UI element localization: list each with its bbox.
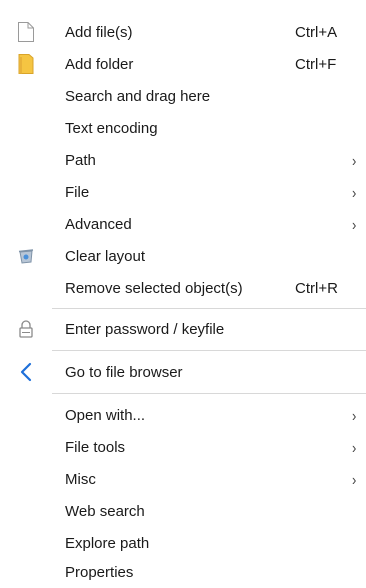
menu-item-label: Path bbox=[65, 151, 96, 169]
menu-item-advanced[interactable]: Advanced › bbox=[0, 208, 366, 240]
menu-item-web-search[interactable]: Web search bbox=[0, 495, 366, 527]
menu-separator bbox=[52, 350, 366, 351]
menu-item-file-tools[interactable]: File tools › bbox=[0, 431, 366, 463]
menu-item-enter-password[interactable]: Enter password / keyfile bbox=[0, 313, 366, 345]
menu-item-label: Explore path bbox=[65, 534, 150, 552]
submenu-arrow-icon: › bbox=[352, 470, 357, 488]
menu-item-file[interactable]: File › bbox=[0, 176, 366, 208]
menu-item-label: Open with... bbox=[65, 406, 146, 424]
menu-item-label: Advanced bbox=[65, 215, 132, 233]
menu-item-add-files[interactable]: Add file(s) Ctrl+A bbox=[0, 16, 366, 48]
menu-item-remove-selected[interactable]: Remove selected object(s) Ctrl+R bbox=[0, 272, 366, 304]
padlock-icon bbox=[15, 318, 37, 340]
menu-separator bbox=[52, 308, 366, 309]
menu-item-text-encoding[interactable]: Text encoding bbox=[0, 112, 366, 144]
menu-item-label: File tools bbox=[65, 438, 126, 456]
menu-item-go-to-file-browser[interactable]: Go to file browser bbox=[0, 356, 366, 388]
menu-item-clear-layout[interactable]: Clear layout bbox=[0, 240, 366, 272]
context-menu: Add file(s) Ctrl+A Add folder Ctrl+F Sea… bbox=[0, 0, 366, 586]
menu-item-open-with[interactable]: Open with... › bbox=[0, 399, 366, 431]
submenu-arrow-icon: › bbox=[352, 406, 357, 424]
menu-item-label: Add file(s) bbox=[65, 23, 133, 41]
menu-item-misc[interactable]: Misc › bbox=[0, 463, 366, 495]
menu-item-label: Go to file browser bbox=[65, 363, 183, 381]
shortcut-text: Ctrl+F bbox=[295, 55, 337, 73]
menu-item-search-and-drag[interactable]: Search and drag here bbox=[0, 80, 366, 112]
menu-item-explore-path[interactable]: Explore path bbox=[0, 527, 366, 559]
submenu-arrow-icon: › bbox=[352, 438, 357, 456]
menu-item-label: Clear layout bbox=[65, 247, 146, 265]
menu-item-label: File bbox=[65, 183, 90, 201]
yellow-folder-icon bbox=[15, 53, 37, 75]
menu-item-properties[interactable]: Properties bbox=[0, 556, 366, 588]
menu-item-path[interactable]: Path › bbox=[0, 144, 366, 176]
blank-file-icon bbox=[15, 21, 37, 43]
menu-separator bbox=[52, 393, 366, 394]
menu-item-label: Text encoding bbox=[65, 119, 158, 137]
menu-item-label: Enter password / keyfile bbox=[65, 320, 225, 338]
shortcut-text: Ctrl+A bbox=[295, 23, 338, 41]
submenu-arrow-icon: › bbox=[352, 151, 357, 169]
menu-item-label: Add folder bbox=[65, 55, 134, 73]
menu-item-label: Remove selected object(s) bbox=[65, 279, 243, 297]
submenu-arrow-icon: › bbox=[352, 183, 357, 201]
menu-item-label: Properties bbox=[65, 563, 134, 581]
recycle-bin-icon bbox=[15, 245, 37, 267]
shortcut-text: Ctrl+R bbox=[295, 279, 338, 297]
menu-item-add-folder[interactable]: Add folder Ctrl+F bbox=[0, 48, 366, 80]
menu-item-label: Misc bbox=[65, 470, 96, 488]
menu-item-label: Search and drag here bbox=[65, 87, 211, 105]
menu-item-label: Web search bbox=[65, 502, 145, 520]
back-chevron-icon bbox=[15, 361, 37, 383]
submenu-arrow-icon: › bbox=[352, 215, 357, 233]
